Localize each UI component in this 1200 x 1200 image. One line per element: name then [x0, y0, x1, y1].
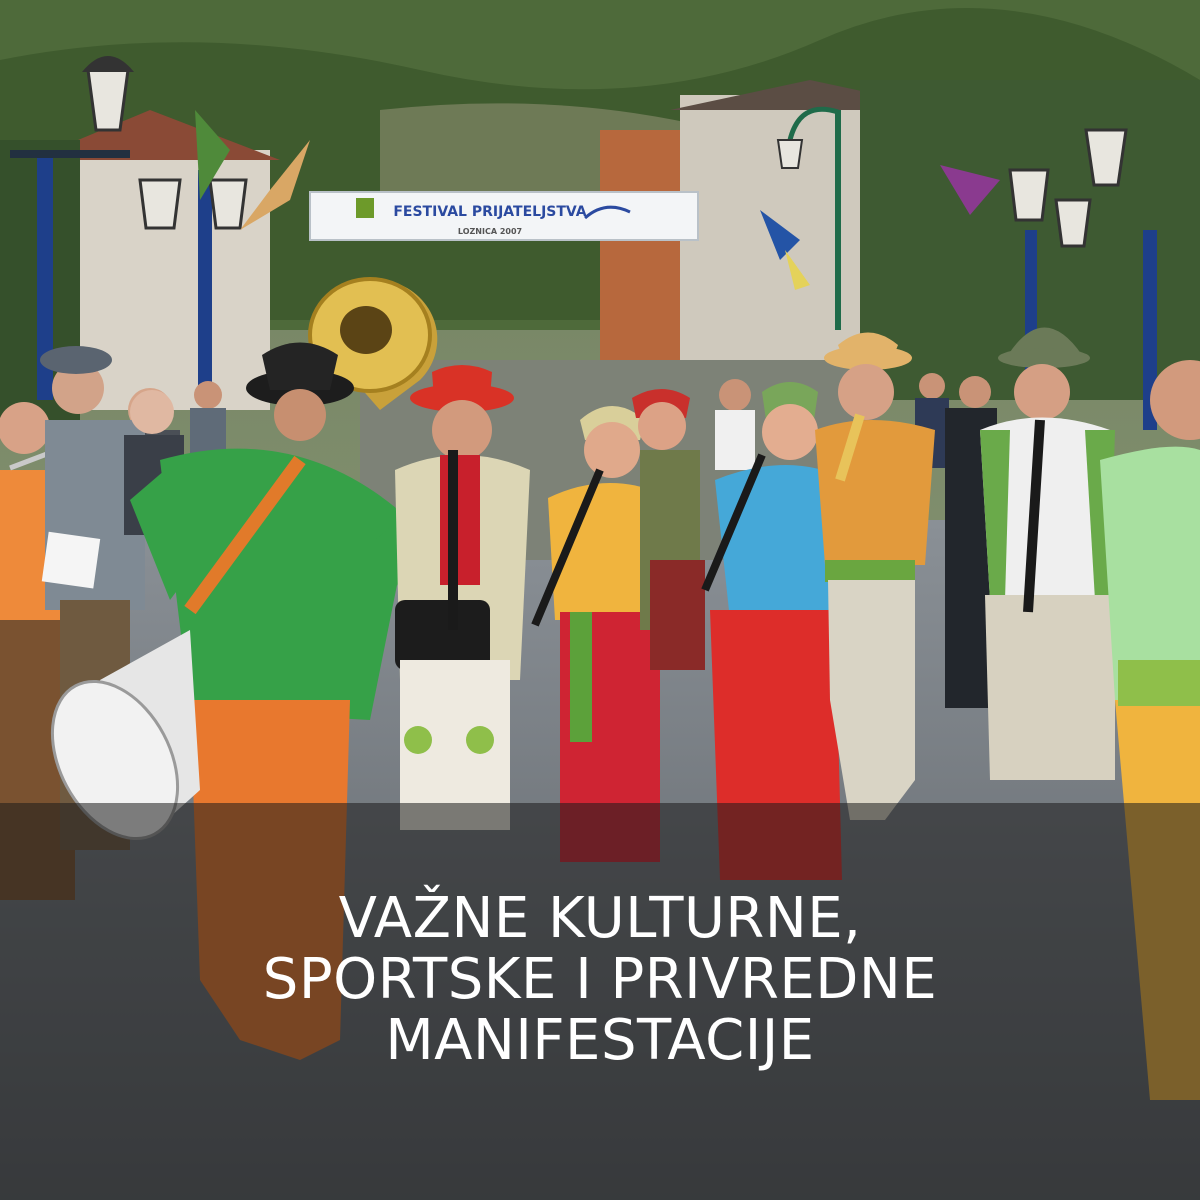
caption-line-1: VAŽNE KULTURNE,: [338, 886, 862, 951]
festival-banner: FESTIVAL PRIJATELJSTVA LOZNICA 2007: [309, 191, 699, 241]
festival-photo: FESTIVAL PRIJATELJSTVA LOZNICA 2007 VAŽN…: [0, 0, 1200, 1200]
banner-title: FESTIVAL PRIJATELJSTVA: [393, 204, 586, 220]
banner-subtitle: LOZNICA 2007: [458, 227, 522, 236]
caption-line-3: MANIFESTACIJE: [385, 1008, 815, 1073]
caption-line-2: SPORTSKE I PRIVREDNE: [262, 947, 938, 1012]
caption[interactable]: VAŽNE KULTURNE, SPORTSKE I PRIVREDNE MAN…: [0, 888, 1200, 1071]
